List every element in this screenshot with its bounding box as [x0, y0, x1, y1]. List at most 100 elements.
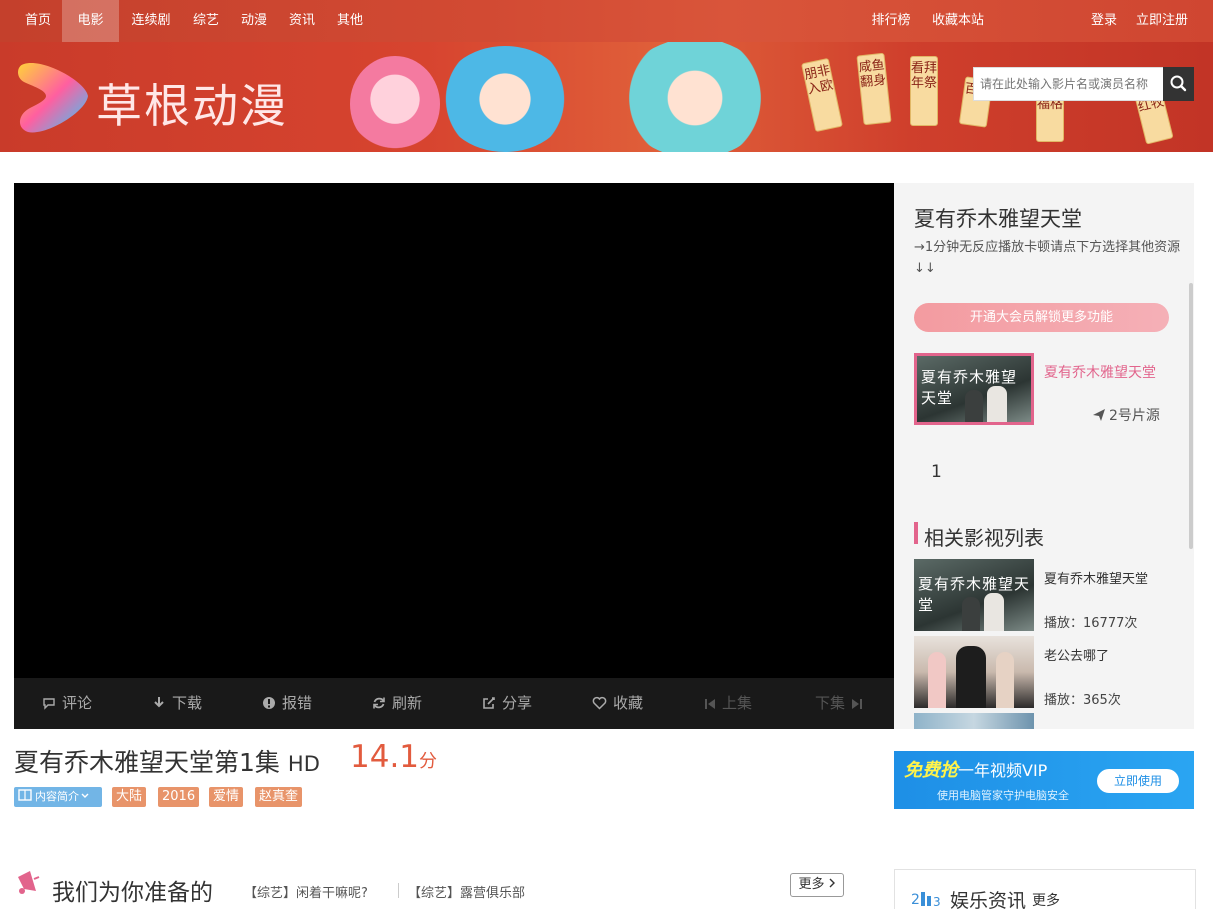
- sidebar-title: 夏有乔木雅望天堂: [914, 207, 1082, 231]
- nav-variety[interactable]: 综艺: [182, 0, 230, 42]
- divider: [398, 883, 399, 898]
- report-button[interactable]: 报错: [262, 678, 312, 729]
- ad-subtext: 使用电脑管家守护电脑安全: [937, 789, 1069, 802]
- thumbnail-figure: [962, 597, 980, 631]
- favorite-label: 收藏: [613, 694, 644, 712]
- recommend-link[interactable]: 【综艺】露营俱乐部: [408, 882, 525, 901]
- bell-icon: [18, 871, 40, 894]
- news-icon: 2 3: [911, 892, 941, 908]
- thumbnail-figure: [996, 652, 1014, 708]
- svg-text:2: 2: [911, 892, 920, 908]
- chevron-right-icon: [829, 878, 835, 888]
- related-item-plays: 播放：16777次: [1044, 616, 1138, 631]
- mascot-blue: [440, 46, 570, 152]
- comment-label: 评论: [62, 694, 93, 712]
- svg-text:3: 3: [933, 895, 941, 908]
- news-title: 娱乐资讯: [950, 890, 1027, 912]
- tag-director[interactable]: 赵真奎: [255, 787, 303, 807]
- thumbnail-figure: [928, 652, 946, 708]
- related-thumbnail[interactable]: [914, 713, 1034, 729]
- step-backward-icon: [705, 699, 715, 709]
- thumbnail-figure: [984, 593, 1004, 631]
- next-episode-button[interactable]: 下集: [815, 678, 863, 729]
- ad-headline-sub: 一年视频VIP: [958, 761, 1048, 780]
- score-unit: 分: [419, 751, 438, 772]
- login-link[interactable]: 登录: [1083, 0, 1125, 42]
- nav-news[interactable]: 资讯: [278, 0, 326, 42]
- more-label: 更多: [798, 877, 825, 892]
- related-item-title[interactable]: 夏有乔木雅望天堂: [1044, 569, 1174, 590]
- alert-icon: [263, 697, 275, 709]
- movie-title-text: 夏有乔木雅望天堂第1集: [14, 748, 280, 777]
- recommend-link[interactable]: 【综艺】闲着干嘛呢?: [244, 882, 368, 901]
- related-item-plays: 播放：365次: [1044, 693, 1121, 708]
- section-marker: [914, 522, 918, 544]
- source-label: 2号片源: [1109, 408, 1160, 424]
- comment-icon: [43, 698, 55, 710]
- report-label: 报错: [282, 694, 313, 712]
- episode-sidebar: 夏有乔木雅望天堂 →1分钟无反应播放卡顿请点下方选择其他资源↓↓ 开通大会员解锁…: [894, 183, 1194, 729]
- quality-badge: HD: [287, 752, 320, 776]
- share-button[interactable]: 分享: [482, 678, 532, 729]
- related-list-title: 相关影视列表: [924, 526, 1044, 550]
- banner-tag: 朋非入欧: [801, 57, 843, 133]
- video-player[interactable]: [14, 183, 894, 678]
- episode-link[interactable]: 1: [931, 462, 942, 482]
- tag-year[interactable]: 2016: [158, 787, 200, 807]
- download-button[interactable]: 下载: [152, 678, 202, 729]
- nav-bookmark[interactable]: 收藏本站: [927, 0, 989, 42]
- ad-use-button[interactable]: 立即使用: [1097, 769, 1179, 793]
- source-title[interactable]: 夏有乔木雅望天堂: [1044, 363, 1174, 384]
- nav-anime[interactable]: 动漫: [230, 0, 278, 42]
- register-link[interactable]: 立即注册: [1131, 0, 1193, 42]
- refresh-label: 刷新: [392, 694, 423, 712]
- share-icon: [483, 697, 495, 709]
- ad-headline-main: 免费抢: [904, 760, 958, 781]
- nav-other[interactable]: 其他: [326, 0, 374, 42]
- intro-toggle[interactable]: 内容简介: [14, 787, 102, 807]
- nav-ranking[interactable]: 排行榜: [863, 0, 919, 42]
- banner-tag: 看拜年祭: [910, 56, 938, 126]
- vip-unlock-button[interactable]: 开通大会员解锁更多功能: [914, 303, 1169, 332]
- source-selector[interactable]: 2号片源: [1092, 405, 1160, 425]
- step-forward-icon: [852, 699, 863, 709]
- related-thumbnail[interactable]: [914, 636, 1034, 708]
- comment-button[interactable]: 评论: [42, 678, 92, 729]
- more-button[interactable]: 更多: [790, 873, 844, 897]
- nav-movie[interactable]: 电影: [62, 0, 119, 42]
- tag-region[interactable]: 大陆: [112, 787, 147, 807]
- mascot-pink: [350, 56, 440, 152]
- prev-episode-button[interactable]: 上集: [704, 678, 752, 729]
- intro-label: 内容简介: [35, 790, 79, 803]
- logo-text[interactable]: 草根动漫: [96, 70, 288, 136]
- book-icon: [18, 789, 32, 801]
- banner-tag: 咸鱼翻身: [856, 52, 892, 126]
- send-icon: [1093, 409, 1105, 421]
- movie-score: 14.1分: [350, 739, 437, 775]
- chevron-down-icon: [81, 793, 89, 798]
- heart-icon: [592, 696, 607, 710]
- sidebar-notice: →1分钟无反应播放卡顿请点下方选择其他资源↓↓: [914, 240, 1181, 276]
- search-button[interactable]: [1163, 67, 1194, 101]
- search-input[interactable]: [973, 67, 1165, 101]
- search-icon: [1170, 75, 1187, 92]
- news-more-link[interactable]: 更多: [1032, 890, 1060, 910]
- download-label: 下载: [172, 694, 203, 712]
- favorite-button[interactable]: 收藏: [592, 678, 643, 729]
- related-item-title[interactable]: 老公去哪了: [1044, 646, 1174, 667]
- nav-series[interactable]: 连续剧: [122, 0, 180, 42]
- sidebar-scrollbar[interactable]: [1189, 283, 1193, 549]
- source-thumbnail[interactable]: 夏有乔木雅望天堂: [914, 353, 1034, 425]
- tag-genre[interactable]: 爱情: [209, 787, 244, 807]
- ad-headline: 免费抢一年视频VIP: [904, 756, 1047, 782]
- nav-home[interactable]: 首页: [14, 0, 62, 42]
- next-episode-label: 下集: [815, 694, 846, 712]
- vip-ad-banner[interactable]: 免费抢一年视频VIP 使用电脑管家守护电脑安全 立即使用: [894, 751, 1194, 809]
- thumbnail-figure: [965, 390, 983, 422]
- refresh-icon: [373, 697, 385, 709]
- logo-icon[interactable]: [16, 58, 92, 136]
- top-nav: 首页 电影 连续剧 综艺 动漫 资讯 其他 排行榜 收藏本站 登录 立即注册: [0, 0, 1213, 42]
- refresh-button[interactable]: 刷新: [372, 678, 422, 729]
- related-thumbnail[interactable]: 夏有乔木雅望天堂: [914, 559, 1034, 631]
- recommend-title: 我们为你准备的: [52, 880, 213, 906]
